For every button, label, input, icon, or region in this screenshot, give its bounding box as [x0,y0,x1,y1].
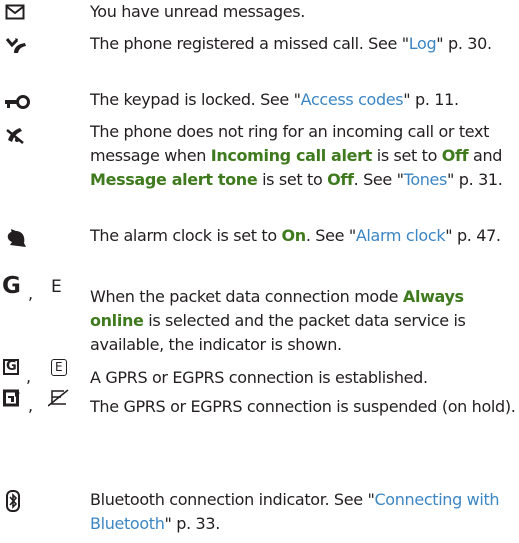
text-run: . See " [353,170,404,189]
icon-separator: , [28,396,34,415]
entry-text: A GPRS or EGPRS connection is establishe… [90,368,428,387]
alarm-clock-icon [7,229,27,247]
icon-letter: G [6,359,17,374]
icon-cell: , [0,389,90,416]
key-lock-icon [5,95,30,109]
tones-link[interactable]: Tones [404,170,448,189]
text-run: The phone registered a missed call. See … [90,34,409,53]
text-run: Bluetooth connection indicator. See " [90,490,375,509]
icon-cell: G , E [0,274,90,306]
entry-text: The GPRS or EGPRS connection is suspende… [90,397,516,416]
icon-letter: E [55,360,63,374]
off-term: Off [441,146,469,165]
icon-separator: , [28,284,34,303]
text-run: " p. 31. [447,170,503,189]
incoming-call-alert-term: Incoming call alert [210,146,373,165]
text-run: The keypad is locked. See " [90,90,301,109]
icon-cell [0,0,90,24]
gprs-G-icon: G [2,273,21,299]
text-run: and [468,146,503,165]
text-run: When the packet data connection mode [90,287,403,306]
message-alert-tone-term: Message alert tone [90,170,258,189]
access-codes-link[interactable]: Access codes [301,90,404,109]
egprs-E-icon: E [51,277,62,297]
entry-text: The phone does not ring for an incoming … [90,120,518,192]
text-run: is selected and the packet data service … [90,311,466,354]
envelope-icon [5,4,25,20]
log-link[interactable]: Log [409,34,437,53]
entry-text: You have unread messages. [90,2,305,21]
icon-cell: G , E [0,359,90,387]
text-run: " p. 30. [436,34,492,53]
egprs-connected-icon: E [51,359,67,376]
icon-cell [0,490,90,521]
missed-call-icon [5,38,26,53]
gprs-suspended-icon [3,389,20,407]
text-run: " p. 11. [403,90,459,109]
alarm-clock-link[interactable]: Alarm clock [356,226,446,245]
entry-text: The alarm clock is set to On. See "Alarm… [90,224,518,248]
icon-cell [0,224,90,248]
off-term: Off [327,170,354,189]
entry-text: The keypad is locked. See "Access codes"… [90,88,518,112]
on-term: On [281,226,307,245]
text-run: " p. 33. [164,514,221,533]
entry-text: When the packet data connection mode Alw… [90,285,518,357]
text-run: . See " [305,226,356,245]
icon-separator: , [26,367,32,386]
text-run: " p. 47. [445,226,501,245]
text-run: is set to [371,146,442,165]
entry-text: The phone registered a missed call. See … [90,32,518,56]
icon-cell [0,88,90,112]
text-run: The alarm clock is set to [90,226,282,245]
bluetooth-icon [6,490,20,512]
silent-icon [6,128,24,144]
egprs-suspended-icon [48,389,69,407]
gprs-connected-icon: G [3,359,19,375]
icon-cell [0,120,90,144]
icon-cell [0,32,90,56]
entry-text: Bluetooth connection indicator. See "Con… [90,488,518,536]
text-run: is set to [257,170,328,189]
